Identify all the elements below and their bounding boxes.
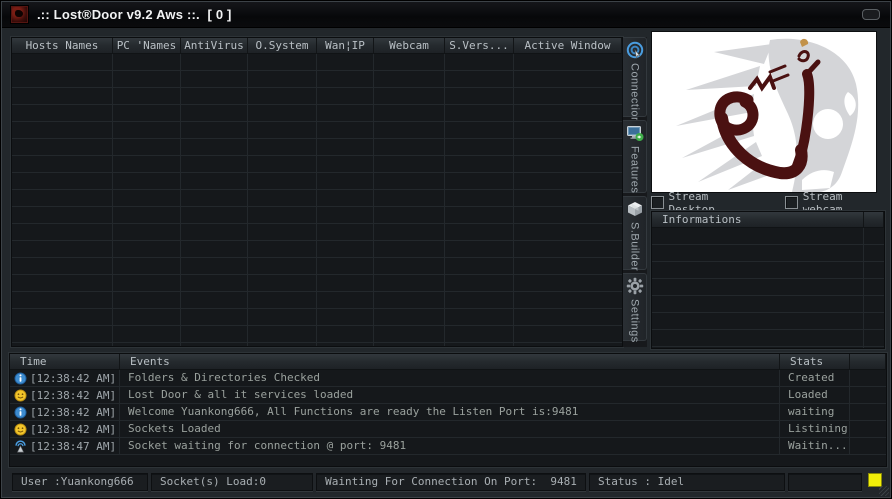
- hosts-table-body: [12, 54, 622, 346]
- column-wan-ip[interactable]: Wan¦IP: [317, 38, 374, 54]
- log-time: [12:38:42 AM]: [30, 388, 116, 404]
- lost-door-window: .:: Lost®Door v9.2 Aws ::. [ 0 ] Hosts N…: [0, 0, 892, 499]
- tab-connections[interactable]: Connections: [623, 37, 647, 117]
- column-antivirus[interactable]: AntiVirus: [181, 38, 248, 54]
- log-time: [12:38:42 AM]: [30, 405, 116, 421]
- log-row[interactable]: [12:38:42 AM] Folders & Directories Chec…: [10, 370, 886, 387]
- tab-s-builder-label: S.Builder: [629, 222, 641, 271]
- log-event: Sockets Loaded: [120, 421, 780, 438]
- column-hosts-names[interactable]: Hosts Names: [12, 38, 113, 54]
- informations-body: [652, 228, 884, 348]
- tab-features[interactable]: Features: [623, 120, 647, 193]
- status-sockets: Socket(s) Load:0: [151, 473, 313, 491]
- log-row[interactable]: [12:38:42 AM] Welcome Yuankong666, All F…: [10, 404, 886, 421]
- log-event: Folders & Directories Checked: [120, 370, 780, 387]
- connection-indicator: [868, 473, 882, 487]
- sidebar-tabstrip: Connections Features S.Builder: [623, 37, 647, 347]
- smiley-icon: [14, 423, 27, 436]
- column-s-version[interactable]: S.Vers...: [445, 38, 514, 54]
- event-log-table: Time Events Stats [12:38:42 AM] Folders …: [9, 353, 887, 467]
- status-state: Status : Idel: [589, 473, 785, 491]
- title-bar[interactable]: .:: Lost®Door v9.2 Aws ::. [ 0 ]: [2, 2, 890, 28]
- log-column-time[interactable]: Time: [10, 354, 120, 370]
- log-event: Lost Door & all it services loaded: [120, 387, 780, 404]
- calligraphy-artwork: [652, 32, 877, 193]
- log-stat: Waitin...: [780, 438, 850, 455]
- tab-settings-label: Settings: [629, 299, 641, 343]
- info-icon: [14, 372, 27, 385]
- tab-s-builder[interactable]: S.Builder: [623, 196, 647, 270]
- log-stat: Loaded: [780, 387, 850, 404]
- app-icon: [10, 5, 29, 24]
- log-row[interactable]: [12:38:47 AM] Socket waiting for connect…: [10, 438, 886, 455]
- minimize-button[interactable]: [862, 9, 880, 20]
- window-title: .:: Lost®Door v9.2 Aws ::. [ 0 ]: [37, 7, 232, 22]
- tab-features-label: Features: [629, 146, 641, 193]
- checkbox-box: [785, 196, 798, 209]
- tab-settings[interactable]: Settings: [623, 273, 647, 341]
- column-o-system[interactable]: O.System: [248, 38, 317, 54]
- hosts-table-header: Hosts Names PC 'Names AntiVirus O.System…: [12, 38, 622, 54]
- hosts-table: Hosts Names PC 'Names AntiVirus O.System…: [11, 37, 623, 347]
- resize-grip[interactable]: [879, 486, 889, 496]
- status-bar: User :Yuankong666 Socket(s) Load:0 Waint…: [2, 470, 890, 494]
- informations-header[interactable]: Informations: [652, 212, 864, 228]
- status-empty-panel: [788, 473, 862, 491]
- antenna-icon: [14, 440, 27, 453]
- log-event: Socket waiting for connection @ port: 94…: [120, 438, 780, 455]
- informations-header-extra[interactable]: [864, 212, 884, 228]
- smiley-icon: [14, 389, 27, 402]
- log-stat: Listining: [780, 421, 850, 438]
- log-time: [12:38:42 AM]: [30, 371, 116, 387]
- column-active-window[interactable]: Active Window: [514, 38, 622, 54]
- log-row[interactable]: [12:38:42 AM] Lost Door & all it service…: [10, 387, 886, 404]
- status-user: User :Yuankong666: [12, 473, 148, 491]
- log-event: Welcome Yuankong666, All Functions are r…: [120, 404, 780, 421]
- log-stat: waiting: [780, 404, 850, 421]
- log-stat: Created: [780, 370, 850, 387]
- column-webcam[interactable]: Webcam: [374, 38, 445, 54]
- informations-panel: Informations: [651, 211, 885, 349]
- log-column-stats[interactable]: Stats: [780, 354, 850, 370]
- gear-icon: [626, 277, 644, 295]
- log-row[interactable]: [12:38:42 AM] Sockets Loaded Listining: [10, 421, 886, 438]
- log-column-extra[interactable]: [850, 354, 886, 370]
- log-time: [12:38:42 AM]: [30, 422, 116, 438]
- column-pc-names[interactable]: PC 'Names: [113, 38, 181, 54]
- package-icon: [626, 200, 644, 218]
- log-time: [12:38:47 AM]: [30, 439, 116, 455]
- checkbox-box: [651, 196, 664, 209]
- event-log-body: [12:38:42 AM] Folders & Directories Chec…: [10, 370, 886, 466]
- stream-options-row: Stream Desktop Stream webcam: [651, 195, 885, 210]
- status-waiting-port: Wainting For Connection On Port: 9481: [316, 473, 586, 491]
- info-icon: [14, 406, 27, 419]
- wireless-icon: [626, 41, 644, 59]
- log-column-events[interactable]: Events: [120, 354, 780, 370]
- monitor-plus-icon: [626, 124, 644, 142]
- logo-image: [651, 31, 877, 193]
